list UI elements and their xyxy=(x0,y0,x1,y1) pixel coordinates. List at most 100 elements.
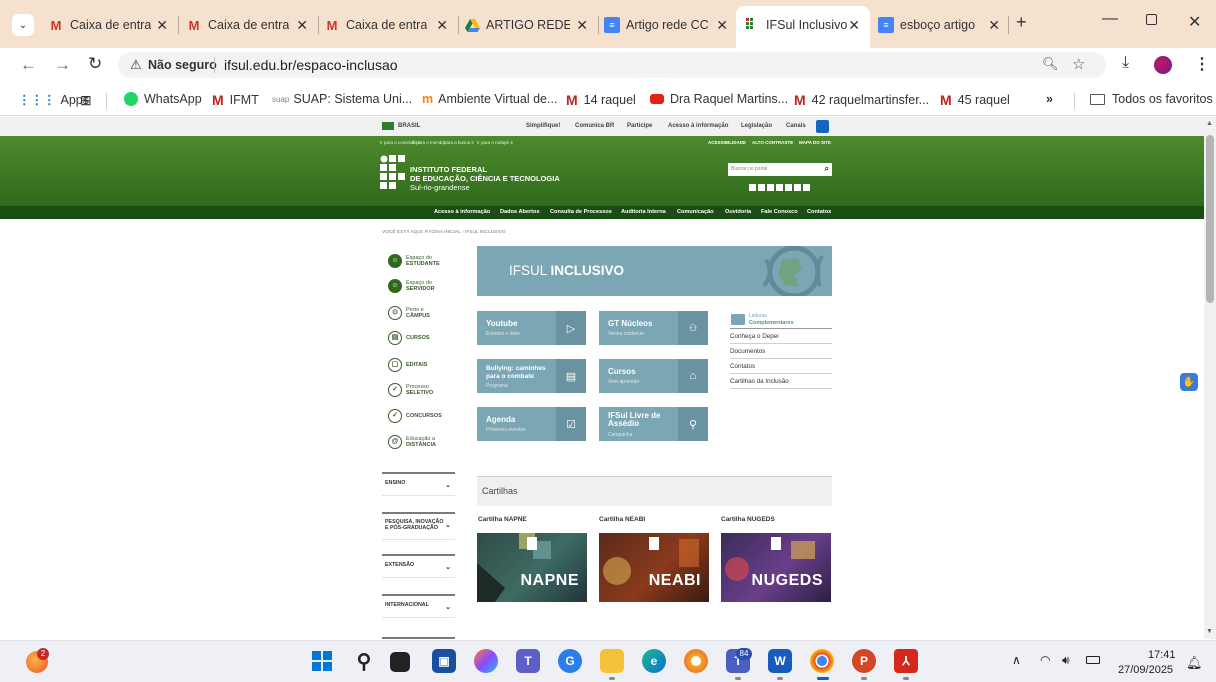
close-tab-icon[interactable]: ✕ xyxy=(988,17,1000,34)
card-neabi[interactable]: NEABI xyxy=(599,533,709,602)
tile-gt-nucleos[interactable]: GT Núcleos Venha conhecer ⚇ xyxy=(599,311,708,345)
gov-link[interactable]: Legislação xyxy=(741,123,772,129)
sidebar-item-editais[interactable]: ▢ EDITAIS xyxy=(388,357,448,373)
new-tab-button[interactable]: + xyxy=(1016,12,1027,33)
avatar[interactable] xyxy=(1154,56,1172,74)
address-bar[interactable]: ⚠ Não seguro ifsul.edu.br/espaco-inclusa… xyxy=(118,52,1106,78)
close-tab-icon[interactable]: ✕ xyxy=(576,17,588,34)
nav-item[interactable]: Ouvidoria xyxy=(725,209,751,215)
file-explorer-icon[interactable] xyxy=(600,649,624,673)
task-view-icon[interactable] xyxy=(390,652,410,672)
back-button[interactable]: ← xyxy=(20,55,37,75)
gov-brasil-label[interactable]: BRASIL xyxy=(398,123,420,129)
reload-button[interactable]: ↻ xyxy=(88,54,102,74)
rss-icon[interactable] xyxy=(749,184,756,191)
close-tab-icon[interactable]: ✕ xyxy=(296,17,308,34)
card-napne[interactable]: NAPNE xyxy=(477,533,587,602)
card-nugeds[interactable]: NUGEDS xyxy=(721,533,831,602)
blue-app-icon[interactable]: G xyxy=(558,649,582,673)
store-icon[interactable]: ▣ xyxy=(432,649,456,673)
nav-item[interactable]: Consulta de Processos xyxy=(550,209,612,215)
site-search-input[interactable]: Buscar no portal ⌕ xyxy=(728,163,832,176)
teams-icon[interactable]: T xyxy=(516,649,540,673)
card-caption[interactable]: Cartilha NAPNE xyxy=(478,516,527,523)
ifsul-logo[interactable] xyxy=(380,155,406,189)
tab-docs-1[interactable]: ≡ Artigo rede CC ✕ xyxy=(604,8,734,42)
all-bookmarks-button[interactable]: Todos os favoritos xyxy=(1090,92,1213,106)
chrome-icon[interactable] xyxy=(810,649,834,673)
chrome-canary-icon[interactable] xyxy=(684,649,708,673)
tab-ifsul-active[interactable]: IFSul Inclusivo ✕ xyxy=(736,6,870,48)
tab-gmail-2[interactable]: M Caixa de entra ✕ xyxy=(186,8,314,42)
tab-gmail-1[interactable]: M Caixa de entra ✕ xyxy=(48,8,174,42)
scroll-down-icon[interactable]: ▼ xyxy=(1206,628,1213,635)
facebook-icon[interactable] xyxy=(758,184,765,191)
start-button[interactable] xyxy=(310,649,334,673)
clock-date[interactable]: 27/09/2025 xyxy=(1118,664,1173,676)
bookmark-ava[interactable]: m Ambiente Virtual de... xyxy=(422,92,557,106)
flickr-icon[interactable] xyxy=(767,184,774,191)
bookmark-14-raquel[interactable]: M 14 raquel xyxy=(566,92,636,108)
menu-internacional[interactable]: INTERNACIONAL ⌄ xyxy=(382,594,455,618)
search-icon[interactable]: ⌕ xyxy=(825,164,829,174)
close-tab-icon[interactable]: ✕ xyxy=(716,17,728,34)
search-icon[interactable]: ⚲ xyxy=(352,649,376,673)
tray-overflow-icon[interactable]: ∧ xyxy=(1012,653,1021,667)
gov-link[interactable]: Comunica BR xyxy=(575,123,614,129)
url-text[interactable]: ifsul.edu.br/espaco-inclusao xyxy=(224,57,398,73)
clock-time[interactable]: 17:41 xyxy=(1148,649,1176,661)
brasil-flag-icon[interactable] xyxy=(382,122,394,130)
tab-drive[interactable]: ARTIGO REDE ✕ xyxy=(464,8,594,42)
copilot-icon[interactable] xyxy=(474,649,498,673)
bookmark-ifmt[interactable]: M IFMT xyxy=(212,92,259,108)
nav-item[interactable]: Contatos xyxy=(807,209,831,215)
gov-link[interactable]: Canais xyxy=(786,123,806,129)
close-tab-icon[interactable]: ✕ xyxy=(436,17,448,34)
skip-link[interactable]: Ir para o rodapé 4 xyxy=(477,140,513,145)
tile-youtube[interactable]: Youtube Eventos e lives ▷ xyxy=(477,311,586,345)
gov-link[interactable]: Participe xyxy=(627,123,652,129)
battery-icon[interactable] xyxy=(1086,656,1100,664)
bookmark-whatsapp[interactable]: WhatsApp xyxy=(124,92,202,106)
scroll-up-icon[interactable]: ▲ xyxy=(1206,120,1213,127)
gov-link[interactable]: Simplifique! xyxy=(526,123,560,129)
bookmark-42-raquel[interactable]: M 42 raquelmartinsfer... xyxy=(794,92,929,108)
sidebar-item-concursos[interactable]: ✓ CONCURSOS xyxy=(388,408,448,424)
nav-item[interactable]: Auditoria Interna xyxy=(621,209,666,215)
bookmarks-overflow-button[interactable]: » xyxy=(1046,92,1053,106)
menu-icon[interactable]: ⋮ xyxy=(1194,54,1210,74)
forward-button[interactable]: → xyxy=(54,55,71,75)
accessibility-widget-button[interactable]: ✋ xyxy=(1180,373,1198,391)
tile-agenda[interactable]: Agenda Próximos eventos ☑ xyxy=(477,407,586,441)
link-depei[interactable]: Conheça o Depei xyxy=(730,329,832,344)
nav-item[interactable]: Comunicação xyxy=(677,209,714,215)
twitter-icon[interactable] xyxy=(785,184,792,191)
minimize-button[interactable]: — xyxy=(1102,10,1118,28)
nav-item[interactable]: Fale Conosco xyxy=(761,209,798,215)
link-documentos[interactable]: Documentos xyxy=(730,344,832,359)
sitemap-link[interactable]: MAPA DO SITE xyxy=(799,140,831,145)
youtube-icon[interactable] xyxy=(794,184,801,191)
soundcloud-icon[interactable] xyxy=(803,184,810,191)
menu-ensino[interactable]: ENSINO ⌄ xyxy=(382,472,455,496)
edge-icon[interactable]: e xyxy=(642,649,666,673)
instagram-icon[interactable] xyxy=(776,184,783,191)
gov-link[interactable]: Acesso à informação xyxy=(668,123,728,129)
wifi-icon[interactable]: ◠ xyxy=(1040,653,1050,667)
powerpoint-icon[interactable]: P xyxy=(852,649,876,673)
contrast-link[interactable]: ALTO CONTRASTE xyxy=(752,140,793,145)
nav-item[interactable]: Acesso à informação xyxy=(434,209,490,215)
nav-item[interactable]: Dados Abertos xyxy=(500,209,540,215)
restore-button[interactable] xyxy=(1146,14,1157,25)
notification-bell-icon[interactable]: 🔔︎ xyxy=(1186,655,1203,671)
sidebar-item-cursos[interactable]: ▤ CURSOS xyxy=(388,330,448,346)
sidebar-item-seletivo[interactable]: ✓ Processo SELETIVO xyxy=(388,382,448,398)
sidebar-item-estudante[interactable]: ☺ Espaço do ESTUDANTE xyxy=(388,253,448,269)
word-icon[interactable]: W xyxy=(768,649,792,673)
close-window-button[interactable]: ✕ xyxy=(1188,12,1201,32)
acrobat-icon[interactable]: ⅄ xyxy=(894,649,918,673)
link-contatos[interactable]: Contatos xyxy=(730,359,832,374)
tab-search-button[interactable]: ⌄ xyxy=(12,14,34,36)
card-caption[interactable]: Cartilha NUGEDS xyxy=(721,516,775,523)
bookmark-youtube[interactable]: Dra Raquel Martins... xyxy=(650,92,788,106)
